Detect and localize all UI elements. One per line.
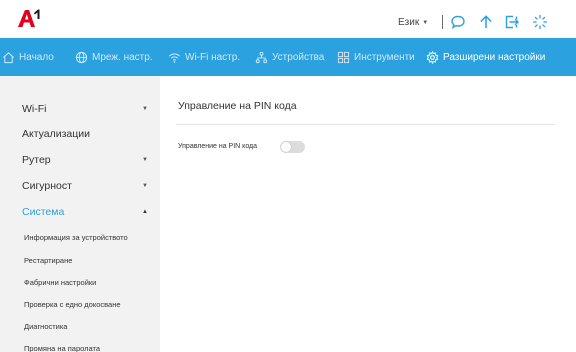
- wifi-icon: [169, 53, 180, 63]
- language-label: Език: [398, 17, 420, 28]
- nav-tools[interactable]: Инструменти: [337, 51, 415, 64]
- sidebar-item-label: Сигурност: [22, 180, 72, 192]
- loading-icon: [532, 14, 548, 30]
- chevron-down-icon: ▼: [142, 183, 148, 189]
- a1-logo: [18, 9, 40, 27]
- nav-devices[interactable]: Устройства: [255, 51, 324, 64]
- language-selector[interactable]: Език ▼: [398, 17, 428, 28]
- nav-advanced-settings[interactable]: Разширени настройки: [426, 51, 545, 64]
- chevron-up-icon: ▲: [142, 209, 148, 215]
- sidebar: Wi-Fi ▼ Актуализации Рутер ▼ Сигурност ▼…: [0, 76, 160, 352]
- pin-management-label: Управление на PIN кода: [178, 143, 258, 150]
- pin-management-toggle[interactable]: [280, 141, 305, 153]
- sidebar-subitem-restart[interactable]: Рестартиране: [24, 256, 72, 265]
- upload-arrow-icon[interactable]: [478, 14, 494, 30]
- page-title: Управление на PIN кода: [178, 100, 297, 112]
- sidebar-item-label: Wi-Fi: [22, 103, 47, 115]
- globe-icon: [75, 51, 88, 64]
- sidebar-subitem-diagnostics[interactable]: Диагностика: [24, 322, 67, 331]
- nav-advanced-label: Разширени настройки: [443, 52, 546, 63]
- sidebar-item-label: Рутер: [22, 154, 51, 166]
- sidebar-item-label: Актуализации: [22, 128, 91, 140]
- sidebar-item-updates[interactable]: Актуализации: [22, 128, 148, 140]
- nav-wifi-label: Wi-Fi настр.: [185, 52, 241, 63]
- nav-home-label: Начало: [19, 52, 54, 63]
- sidebar-subitem-device-info[interactable]: Информация за устройството: [24, 233, 128, 242]
- devices-icon: [255, 51, 268, 64]
- sidebar-item-router[interactable]: Рутер ▼: [22, 154, 148, 166]
- nav-network-label: Мреж. настр.: [92, 52, 153, 63]
- nav-devices-label: Устройства: [272, 52, 325, 63]
- nav-home[interactable]: Начало: [2, 51, 54, 64]
- title-divider: [176, 124, 555, 125]
- gear-icon: [426, 51, 439, 64]
- header-separator: [442, 15, 443, 29]
- tools-icon: [337, 51, 350, 64]
- sidebar-item-security[interactable]: Сигурност ▼: [22, 180, 148, 192]
- nav-network-settings[interactable]: Мреж. настр.: [75, 51, 153, 64]
- logout-icon[interactable]: [504, 14, 520, 30]
- main-nav: Начало Мреж. настр. Wi-Fi настр. Устройс…: [0, 38, 576, 76]
- sidebar-subitem-one-touch-check[interactable]: Проверка с едно докосване: [24, 300, 121, 309]
- sidebar-subitem-factory-reset[interactable]: Фабрични настройки: [24, 278, 96, 287]
- top-header: Език ▼: [0, 0, 576, 38]
- sidebar-subitem-change-password[interactable]: Промяна на паролата: [24, 344, 100, 352]
- sidebar-item-wifi[interactable]: Wi-Fi ▼: [22, 103, 148, 115]
- nav-tools-label: Инструменти: [354, 52, 415, 63]
- chevron-down-icon: ▼: [142, 157, 148, 163]
- caret-down-icon: ▼: [422, 19, 429, 26]
- nav-wifi-settings[interactable]: Wi-Fi настр.: [168, 51, 240, 64]
- chevron-down-icon: ▼: [142, 106, 148, 112]
- toggle-knob: [281, 142, 291, 152]
- sidebar-item-label: Система: [22, 206, 65, 218]
- chat-icon[interactable]: [450, 14, 466, 30]
- home-icon: [3, 52, 14, 64]
- sidebar-item-system[interactable]: Система ▲: [22, 206, 148, 218]
